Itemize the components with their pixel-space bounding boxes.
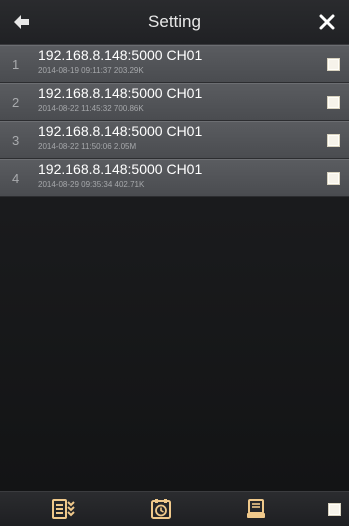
close-icon [319,14,335,30]
item-index: 4 [12,171,20,186]
list-sort-icon [52,499,75,519]
item-index: 3 [12,133,20,148]
item-details: 2014-08-22 11:50:06 2.05M [38,142,137,151]
select-all-checkbox[interactable] [328,503,341,516]
item-index: 1 [12,57,20,72]
page-title: Setting [148,12,201,31]
list-item[interactable]: 2 192.168.8.148:5000 CH01 2014-08-22 11:… [0,83,349,121]
item-details: 2014-08-19 09:11:37 203.29K [38,66,144,75]
item-address: 192.168.8.148:5000 CH01 [38,123,203,139]
recording-list: 1 192.168.8.148:5000 CH01 2014-08-19 09:… [0,45,349,197]
list-item[interactable]: 1 192.168.8.148:5000 CH01 2014-08-19 09:… [0,45,349,83]
item-address: 192.168.8.148:5000 CH01 [38,85,203,101]
storage-icon [247,499,265,518]
storage-button[interactable] [244,498,268,520]
item-checkbox[interactable] [327,96,340,109]
app-window: Setting 1 192.168.8.148:5000 CH01 2014-0… [0,0,349,526]
item-checkbox[interactable] [327,172,340,185]
item-address: 192.168.8.148:5000 CH01 [38,161,203,177]
item-checkbox[interactable] [327,134,340,147]
item-details: 2014-08-29 09:35:34 402.71K [38,180,145,189]
close-button[interactable] [315,10,339,34]
list-item[interactable]: 4 192.168.8.148:5000 CH01 2014-08-29 09:… [0,159,349,197]
item-index: 2 [12,95,20,110]
item-address: 192.168.8.148:5000 CH01 [38,47,203,63]
bottom-toolbar [0,491,349,526]
item-checkbox[interactable] [327,58,340,71]
title-bar: Setting [0,0,349,45]
item-details: 2014-08-22 11:45:32 700.86K [38,104,144,113]
list-sort-button[interactable] [52,498,76,520]
list-item[interactable]: 3 192.168.8.148:5000 CH01 2014-08-22 11:… [0,121,349,159]
timer-button[interactable] [149,498,173,520]
timer-icon [151,499,171,519]
